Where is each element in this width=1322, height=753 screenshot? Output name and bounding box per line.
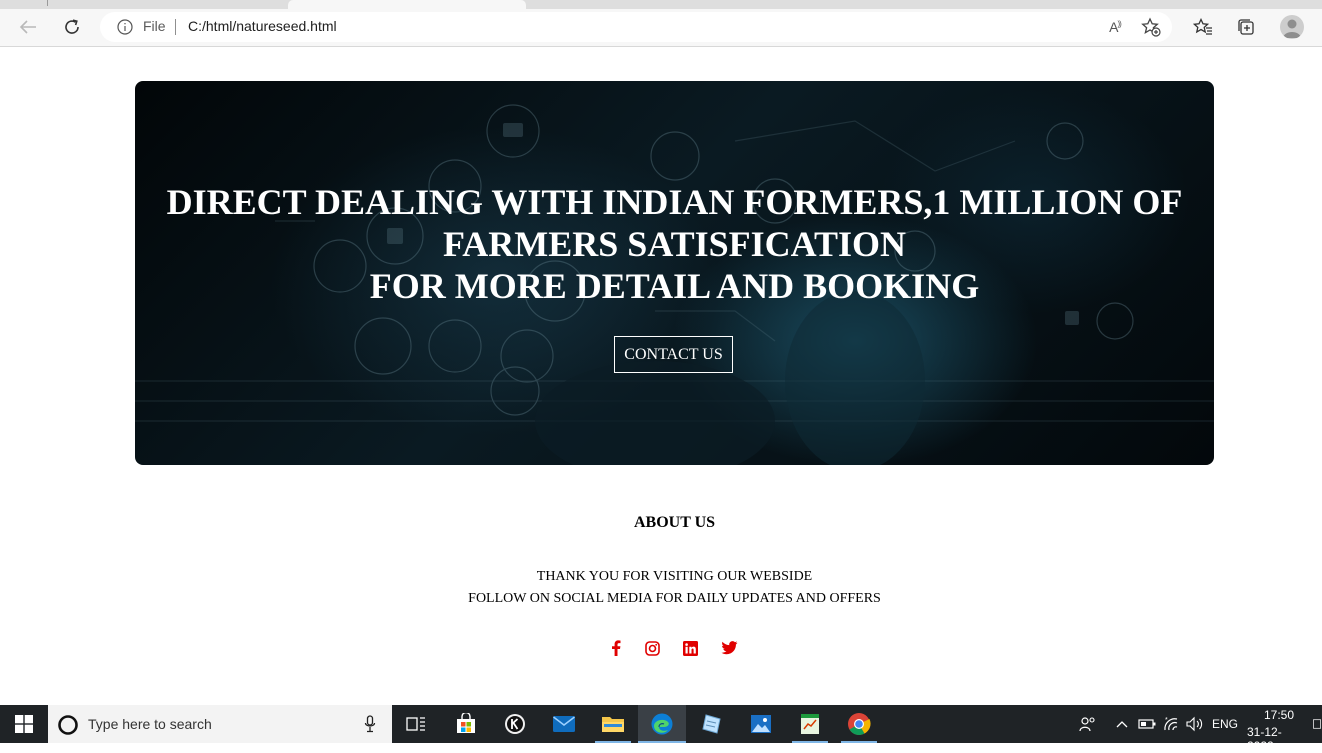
store-bag-icon [457,713,475,733]
clock[interactable]: 17:50 31-12-2022 [1243,705,1307,753]
instagram-icon [644,640,660,656]
about-follow-text: FOLLOW ON SOCIAL MEDIA FOR DAILY UPDATES… [468,591,881,606]
people-button[interactable] [1076,705,1100,743]
notepad-icon [702,714,721,734]
twitter-link[interactable] [720,639,738,657]
show-desktop-button[interactable] [1312,705,1322,743]
app-k-icon [505,714,525,734]
tab-strip [0,0,1322,9]
favorites-button[interactable] [1188,13,1218,41]
twitter-icon [721,641,737,655]
about-thanks-text: THANK YOU FOR VISITING OUR WEBSIDE [536,569,813,584]
address-bar[interactable]: File C:/html/natureseed.html A)) [100,12,1172,42]
contact-us-button[interactable]: CONTACT US [614,336,733,373]
taskbar-store-app[interactable] [448,705,484,743]
hero-banner: DIRECT DEALING WITH INDIAN FORMERS,1 MIL… [135,81,1214,465]
wifi-icon: * [1164,717,1178,731]
add-favorite-button[interactable] [1139,16,1163,38]
address-divider [175,19,176,35]
refresh-button[interactable] [57,13,87,41]
active-tab[interactable] [288,0,526,9]
taskbar-search-box[interactable]: Type here to search [48,705,392,743]
linkedin-icon [682,640,698,656]
back-button[interactable] [13,13,43,41]
show-hidden-icons-button[interactable] [1112,705,1132,743]
collections-icon [1238,19,1254,35]
mail-icon [553,716,575,732]
favorites-icon [1193,18,1212,35]
speaker-icon [1186,716,1203,732]
folder-icon [602,717,624,732]
taskbar-chrome-app[interactable] [841,705,877,743]
battery-status[interactable] [1136,705,1158,743]
star-add-icon [1141,17,1161,37]
taskbar-notepad-app[interactable] [694,705,730,743]
facebook-link[interactable] [607,639,625,657]
clock-time: 17:50 [1264,708,1295,722]
read-aloud-icon: A)) [1109,19,1122,35]
notification-icon [1313,719,1321,729]
taskbar-photos-app[interactable] [743,705,779,743]
chevron-up-icon [1116,721,1128,728]
task-view-button[interactable] [398,705,434,743]
people-icon [1079,717,1095,732]
chrome-browser-icon [848,713,871,735]
network-status[interactable]: * [1160,705,1182,743]
instagram-link[interactable] [643,639,661,657]
hero-title: DIRECT DEALING WITH INDIAN FORMERS,1 MIL… [135,181,1214,307]
hero-title-line: FARMERS SATISFICATION [442,224,907,264]
info-icon[interactable] [117,19,133,35]
spreadsheet-icon [801,714,819,734]
profile-avatar-icon[interactable] [1280,15,1304,39]
battery-icon [1138,719,1156,729]
windows-logo-icon [15,715,33,733]
microphone-icon[interactable] [364,715,376,733]
taskbar-sheets-app[interactable] [792,705,828,743]
facebook-icon [612,640,621,656]
photos-icon [751,715,771,733]
collections-button[interactable] [1231,13,1261,41]
windows-taskbar: Type here to search * ENG 17:50 31-12-20… [0,705,1322,753]
hero-title-line: FOR MORE DETAIL AND BOOKING [369,266,980,306]
taskbar-app-k[interactable] [497,705,533,743]
hero-title-line: DIRECT DEALING WITH INDIAN FORMERS,1 MIL… [166,182,1183,222]
refresh-icon [65,19,79,34]
svg-text:*: * [1165,717,1168,724]
volume-control[interactable] [1184,705,1206,743]
back-arrow-icon [19,20,36,34]
task-view-icon [406,717,425,731]
edge-browser-icon [651,713,673,735]
start-button[interactable] [0,705,48,743]
taskbar-mail-app[interactable] [546,705,582,743]
browser-toolbar: File C:/html/natureseed.html A)) [0,9,1322,47]
clock-date: 31-12-2022 [1247,725,1282,753]
input-language[interactable]: ENG [1212,717,1238,731]
address-url[interactable]: C:/html/natureseed.html [188,18,337,34]
search-placeholder: Type here to search [88,716,212,732]
profile-silhouette [1283,19,1301,38]
taskbar-edge-app[interactable] [638,705,686,743]
cortana-circle-icon [58,715,78,735]
read-aloud-button[interactable]: A)) [1103,16,1127,38]
tab-separator [47,0,48,6]
address-scheme-label: File [143,18,166,34]
linkedin-link[interactable] [681,639,699,657]
taskbar-file-explorer[interactable] [595,705,631,743]
about-heading: ABOUT US [633,514,716,531]
